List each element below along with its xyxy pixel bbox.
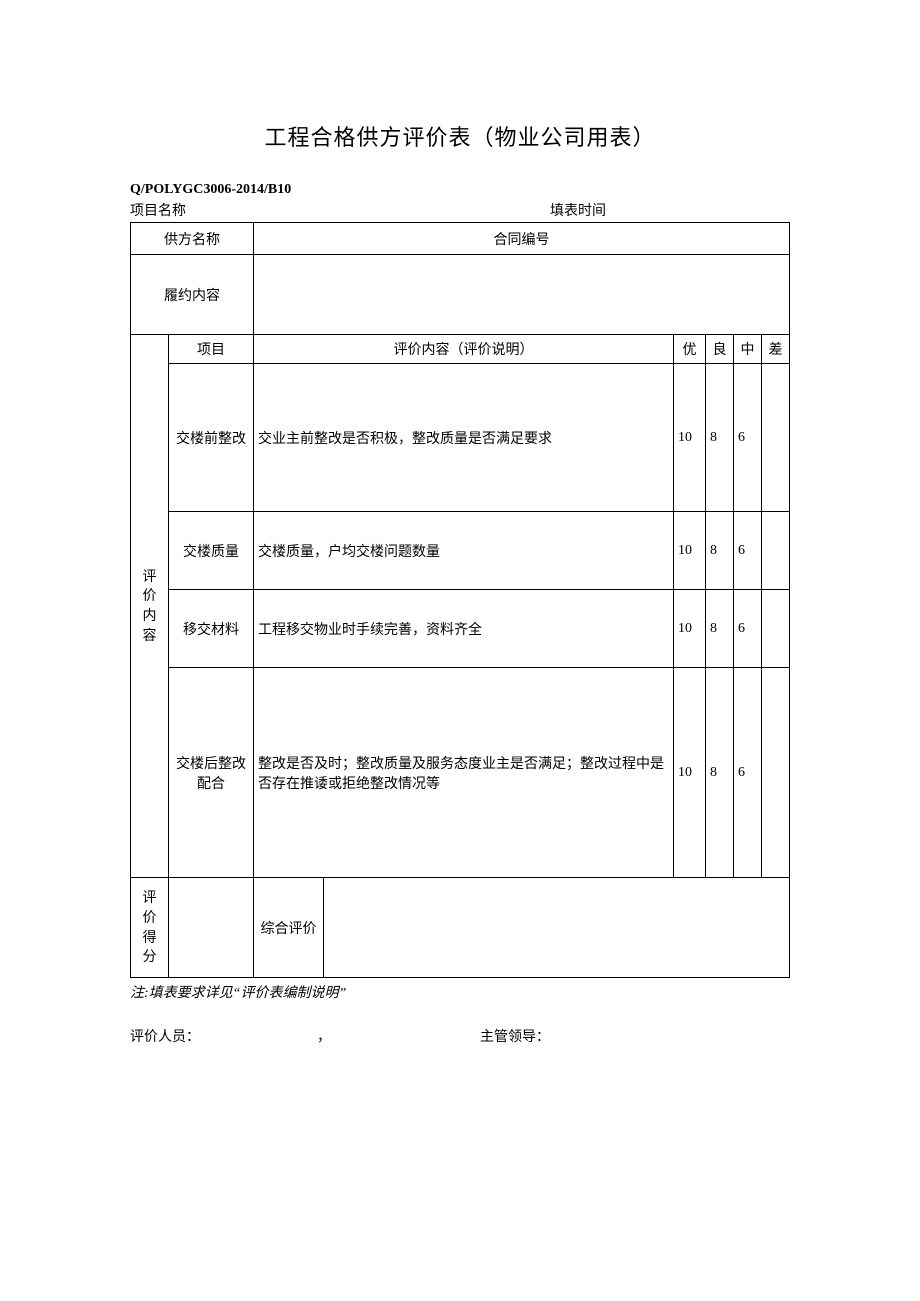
eval-1-g2[interactable]: 8 (705, 512, 733, 590)
col-grade-d: 差 (761, 335, 789, 364)
eval-desc-0: 交业主前整改是否积极，整改质量是否满足要求 (254, 364, 674, 512)
eval-1-g3[interactable]: 6 (733, 512, 761, 590)
score-side: 评价得分 (131, 878, 169, 978)
overall-label: 综合评价 (254, 878, 324, 978)
score-value[interactable] (169, 878, 254, 978)
eval-item-0: 交楼前整改 (169, 364, 254, 512)
note-text: 注:填表要求详见“评价表编制说明” (130, 982, 790, 1002)
eval-item-2: 移交材料 (169, 590, 254, 668)
eval-0-g4[interactable] (761, 364, 789, 512)
eval-2-g3[interactable]: 6 (733, 590, 761, 668)
eval-3-g2[interactable]: 8 (705, 668, 733, 878)
contract-label: 合同编号 (254, 223, 790, 255)
eval-2-g2[interactable]: 8 (705, 590, 733, 668)
eval-desc-2: 工程移交物业时手续完善，资料齐全 (254, 590, 674, 668)
fill-date-label: 填表时间 (550, 200, 790, 220)
document-code: Q/POLYGC3006-2014/B10 (130, 182, 790, 198)
eval-2-g4[interactable] (761, 590, 789, 668)
evaluator-label: 评价人员： (130, 1030, 200, 1045)
eval-0-g3[interactable]: 6 (733, 364, 761, 512)
col-item-header: 项目 (169, 335, 254, 364)
col-grade-a: 优 (673, 335, 705, 364)
col-grade-b: 良 (705, 335, 733, 364)
eval-3-g3[interactable]: 6 (733, 668, 761, 878)
perform-content-label: 履约内容 (131, 255, 254, 335)
eval-0-g2[interactable]: 8 (705, 364, 733, 512)
eval-desc-3: 整改是否及时；整改质量及服务态度业主是否满足；整改过程中是否存在推诿或拒绝整改情… (254, 668, 674, 878)
eval-item-1: 交楼质量 (169, 512, 254, 590)
eval-1-g1[interactable]: 10 (673, 512, 705, 590)
leader-label: 主管领导： (480, 1030, 550, 1045)
eval-content-side: 评价内容 (131, 335, 169, 878)
eval-3-g1[interactable]: 10 (673, 668, 705, 878)
page-title: 工程合格供方评价表（物业公司用表） (130, 120, 790, 152)
perform-content-value[interactable] (254, 255, 790, 335)
supplier-label: 供方名称 (131, 223, 254, 255)
eval-0-g1[interactable]: 10 (673, 364, 705, 512)
eval-desc-1: 交楼质量，户均交楼问题数量 (254, 512, 674, 590)
eval-3-g4[interactable] (761, 668, 789, 878)
eval-1-g4[interactable] (761, 512, 789, 590)
evaluation-table: 供方名称 合同编号 履约内容 评价内容 项目 评价内容（评价说明） 优 良 中 … (130, 222, 790, 978)
eval-item-3: 交楼后整改配合 (169, 668, 254, 878)
col-desc-header: 评价内容（评价说明） (254, 335, 674, 364)
overall-value[interactable] (324, 878, 790, 978)
project-name-label: 项目名称 (130, 200, 550, 220)
eval-2-g1[interactable]: 10 (673, 590, 705, 668)
sig-sep: ， (317, 1030, 331, 1045)
col-grade-c: 中 (733, 335, 761, 364)
